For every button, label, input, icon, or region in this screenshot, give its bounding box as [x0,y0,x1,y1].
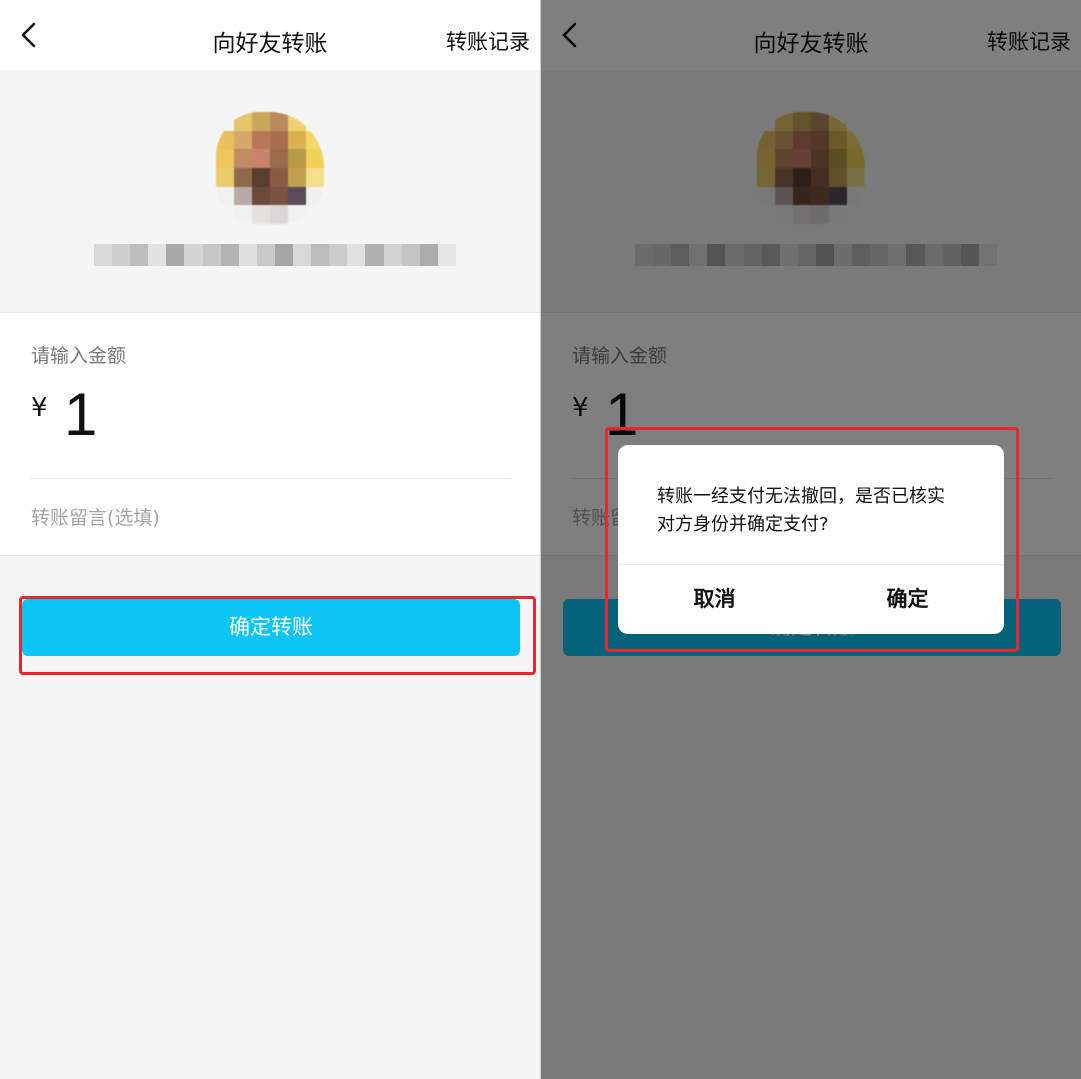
name-pixel [256,244,275,266]
avatar-pixel [270,149,288,168]
amount-label: 请输入金额 [31,345,127,367]
avatar-pixel [306,112,324,131]
recipient-name-blurred [94,244,456,266]
divider [31,478,511,479]
avatar-pixel [252,149,270,168]
avatar-pixel [216,130,234,150]
avatar-pixel [216,112,234,131]
name-pixel [347,244,366,266]
avatar-pixel [270,130,288,150]
name-pixel [437,244,456,266]
name-pixel [383,244,402,266]
avatar-pixel [288,112,306,131]
avatar-pixel [216,149,234,168]
avatar-pixel [270,205,288,224]
avatar-pixel [252,112,270,131]
highlight-box [19,596,536,675]
avatar-pixel [270,112,288,131]
amount-input[interactable]: 1 [64,385,97,445]
avatar-pixel [252,205,270,224]
name-pixel [401,244,420,266]
name-pixel [130,244,149,266]
name-pixel [238,244,257,266]
name-pixel [293,244,312,266]
avatar-pixel [270,167,288,187]
avatar-pixel [288,130,306,150]
avatar-pixel [306,186,324,206]
name-pixel [329,244,348,266]
name-pixel [94,244,113,266]
currency-symbol: ¥ [31,393,48,423]
avatar-pixel [288,205,306,224]
avatar-pixel [216,186,234,206]
avatar-pixel [306,167,324,187]
memo-input[interactable]: 转账留言(选填) [31,503,160,530]
name-pixel [311,244,330,266]
avatar-pixel [306,149,324,168]
avatar-pixel [252,130,270,150]
avatar-pixel [252,167,270,187]
name-pixel [148,244,167,266]
name-pixel [419,244,438,266]
screen-transfer-confirm-dialog: 向好友转账 转账记录 请输入金额 ¥ 1 转账留言(选填) 确定转账 转账一经支… [541,0,1081,1079]
name-pixel [365,244,384,266]
avatar-pixel [270,186,288,206]
highlight-box [605,427,1019,652]
avatar-pixel [234,205,252,224]
transfer-form: 请输入金额 ¥ 1 转账留言(选填) [0,312,540,556]
avatar-pixel [234,167,252,187]
screen-transfer: 向好友转账 转账记录 请输入金额 ¥ 1 转账留言(选填) 确定转账 [0,0,540,1079]
nav-bar: 向好友转账 转账记录 [0,0,540,70]
avatar-pixel [234,149,252,168]
avatar-pixel [288,149,306,168]
avatar-pixel [306,205,324,224]
avatar-pixel [216,167,234,187]
avatar-pixel [216,205,234,224]
avatar-pixel [306,130,324,150]
name-pixel [166,244,185,266]
avatar-pixel [234,130,252,150]
avatar-pixel [234,112,252,131]
name-pixel [220,244,239,266]
avatar-pixel [288,186,306,206]
name-pixel [274,244,294,266]
avatar-pixel [288,167,306,187]
transfer-history-link[interactable]: 转账记录 [446,26,530,56]
name-pixel [184,244,203,266]
avatar-pixel [234,186,252,206]
avatar [216,112,324,224]
avatar-pixel [252,186,270,206]
name-pixel [202,244,221,266]
recipient-profile [0,70,540,312]
name-pixel [112,244,131,266]
